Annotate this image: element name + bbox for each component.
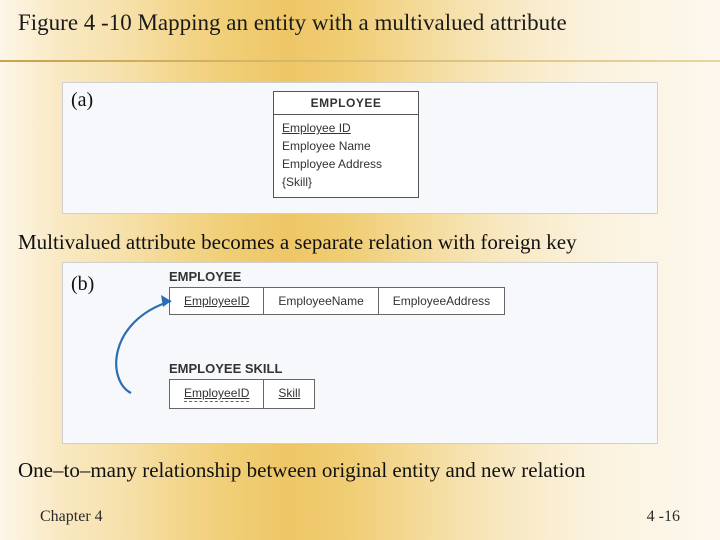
col-skill: Skill bbox=[264, 380, 314, 408]
footer-page-number: 4 -16 bbox=[647, 508, 680, 526]
footer-chapter: Chapter 4 bbox=[40, 508, 103, 526]
col-employee-address: EmployeeAddress bbox=[379, 288, 504, 314]
panel-b-label: (b) bbox=[71, 273, 94, 296]
title-underline bbox=[0, 60, 720, 62]
relation-employee-row: EmployeeID EmployeeName EmployeeAddress bbox=[169, 287, 505, 315]
entity-attr: Employee Name bbox=[282, 137, 410, 155]
entity-attributes: Employee ID Employee Name Employee Addre… bbox=[274, 115, 418, 197]
slide-title: Figure 4 -10 Mapping an entity with a mu… bbox=[18, 10, 567, 36]
caption-bottom: One–to–many relationship between origina… bbox=[18, 458, 585, 483]
col-employee-name: EmployeeName bbox=[264, 288, 378, 314]
entity-name: EMPLOYEE bbox=[274, 92, 418, 115]
entity-pk: Employee ID bbox=[282, 121, 351, 135]
panel-b: (b) EMPLOYEE EmployeeID EmployeeName Emp… bbox=[62, 262, 658, 444]
col-text: EmployeeID bbox=[184, 386, 249, 402]
panel-a: (a) EMPLOYEE Employee ID Employee Name E… bbox=[62, 82, 658, 214]
entity-multivalued-attr: {Skill} bbox=[282, 173, 410, 191]
slide: Figure 4 -10 Mapping an entity with a mu… bbox=[0, 0, 720, 540]
panel-a-label: (a) bbox=[71, 89, 93, 112]
col-text: Skill bbox=[278, 386, 300, 400]
fk-arrow-icon bbox=[101, 281, 191, 431]
entity-employee: EMPLOYEE Employee ID Employee Name Emplo… bbox=[273, 91, 419, 198]
entity-attr: Employee Address bbox=[282, 155, 410, 173]
caption-middle: Multivalued attribute becomes a separate… bbox=[18, 230, 577, 255]
col-text: EmployeeID bbox=[184, 294, 249, 308]
